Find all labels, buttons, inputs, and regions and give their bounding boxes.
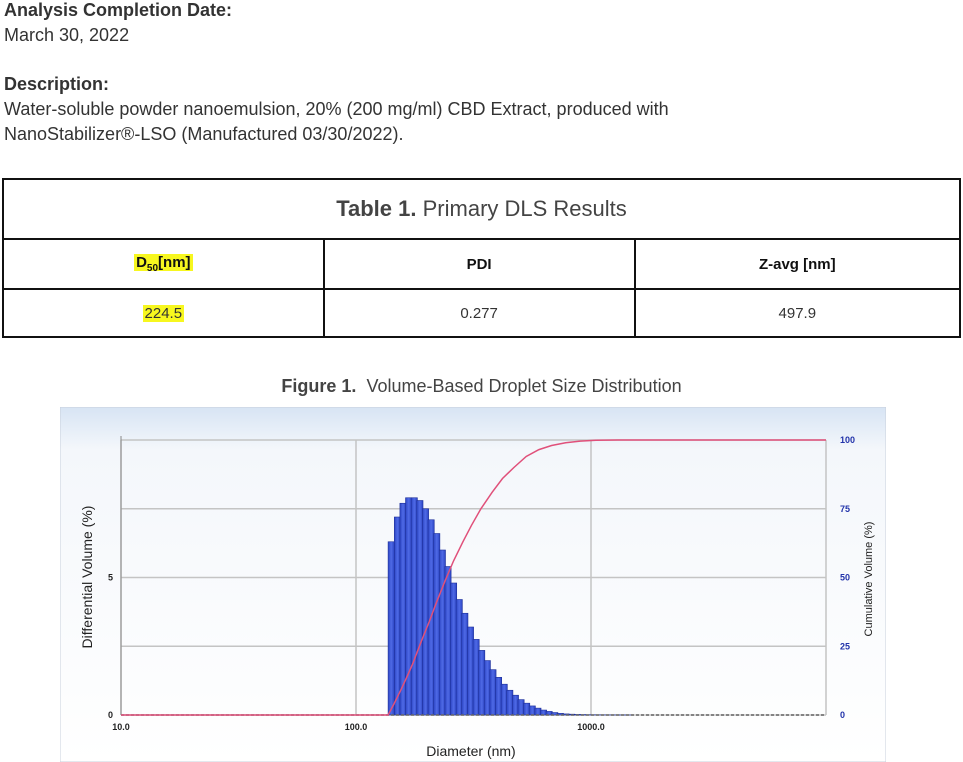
distribution-bar <box>534 707 542 716</box>
distribution-bar <box>410 497 418 716</box>
distribution-bar <box>416 500 424 716</box>
x-tick-label: 100.0 <box>345 722 368 732</box>
table-header-row: D50[nm] PDI Z-avg [nm] <box>2 238 962 290</box>
distribution-bar <box>528 705 536 716</box>
distribution-bar <box>450 582 458 716</box>
completion-date-value: March 30, 2022 <box>4 25 130 45</box>
x-tick-label: 1000.0 <box>577 722 605 732</box>
y2-tick-label: 100 <box>840 435 855 445</box>
distribution-bar <box>506 689 514 716</box>
y2-tick-label: 75 <box>840 504 850 514</box>
description-line-1: Water-soluble powder nanoemulsion, 20% (… <box>4 99 669 119</box>
d50-value-highlight: 224.5 <box>142 304 185 322</box>
completion-date-label: Analysis Completion Date: <box>4 0 233 20</box>
d50-unit: [nm] <box>158 254 191 271</box>
table-row: 224.5 0.277 497.9 <box>2 288 962 338</box>
distribution-bar <box>483 660 491 716</box>
distribution-bar <box>489 669 497 716</box>
y2-axis-label: Cumulative Volume (%) <box>863 522 875 637</box>
d50-symbol: D <box>136 254 147 271</box>
cell-d50: 224.5 <box>2 288 325 338</box>
distribution-bar <box>387 541 395 716</box>
distribution-bar <box>438 549 446 716</box>
distribution-bar <box>495 677 502 716</box>
description-line-2: NanoStabilizer®-LSO (Manufactured 03/30/… <box>4 124 404 144</box>
y-axis-label: Differential Volume (%) <box>79 506 95 649</box>
header-pdi: PDI <box>322 238 636 290</box>
droplet-size-distribution-chart: 10.0 100.0 1000.0050255075100 Diameter (nm… <box>60 407 886 762</box>
figure-number: Figure 1. <box>281 376 357 396</box>
figure-title: Figure 1. Volume-Based Droplet Size Dist… <box>0 376 963 397</box>
distribution-bar <box>433 533 441 716</box>
table-caption-text: Primary DLS Results <box>422 196 627 221</box>
y2-tick-label: 50 <box>840 573 850 583</box>
y2-tick-label: 0 <box>840 710 845 720</box>
table-caption: Table 1. Primary DLS Results <box>2 178 961 240</box>
cell-zavg: 497.9 <box>633 288 962 338</box>
distribution-bar <box>478 650 486 716</box>
distribution-bar <box>444 566 452 716</box>
header-zavg: Z-avg [nm] <box>633 238 962 290</box>
d50-subscript: 50 <box>146 263 159 274</box>
y2-tick-label: 25 <box>840 641 850 651</box>
header-d50: D50[nm] <box>2 238 325 290</box>
x-tick-label: 10.0 <box>112 722 130 732</box>
y-tick-label: 0 <box>108 710 113 720</box>
cell-pdi: 0.277 <box>322 288 636 338</box>
distribution-bar <box>467 626 474 716</box>
description-label: Description: <box>4 74 110 94</box>
y-tick-label: 5 <box>108 573 113 583</box>
primary-dls-results-table: Table 1. Primary DLS Results D50[nm] PDI… <box>2 178 962 338</box>
distribution-bar <box>523 702 531 716</box>
distribution-bar <box>399 502 407 716</box>
table-caption-number: Table 1. <box>336 196 417 221</box>
distribution-bar <box>422 508 429 716</box>
distribution-bar <box>461 612 469 716</box>
distribution-bar <box>512 694 519 716</box>
distribution-bar <box>517 699 525 716</box>
distribution-bar <box>405 497 413 716</box>
d50-highlight: D50[nm] <box>134 254 193 274</box>
x-axis-label: Diameter (nm) <box>426 743 515 759</box>
figure-title-text: Volume-Based Droplet Size Distribution <box>366 376 682 396</box>
